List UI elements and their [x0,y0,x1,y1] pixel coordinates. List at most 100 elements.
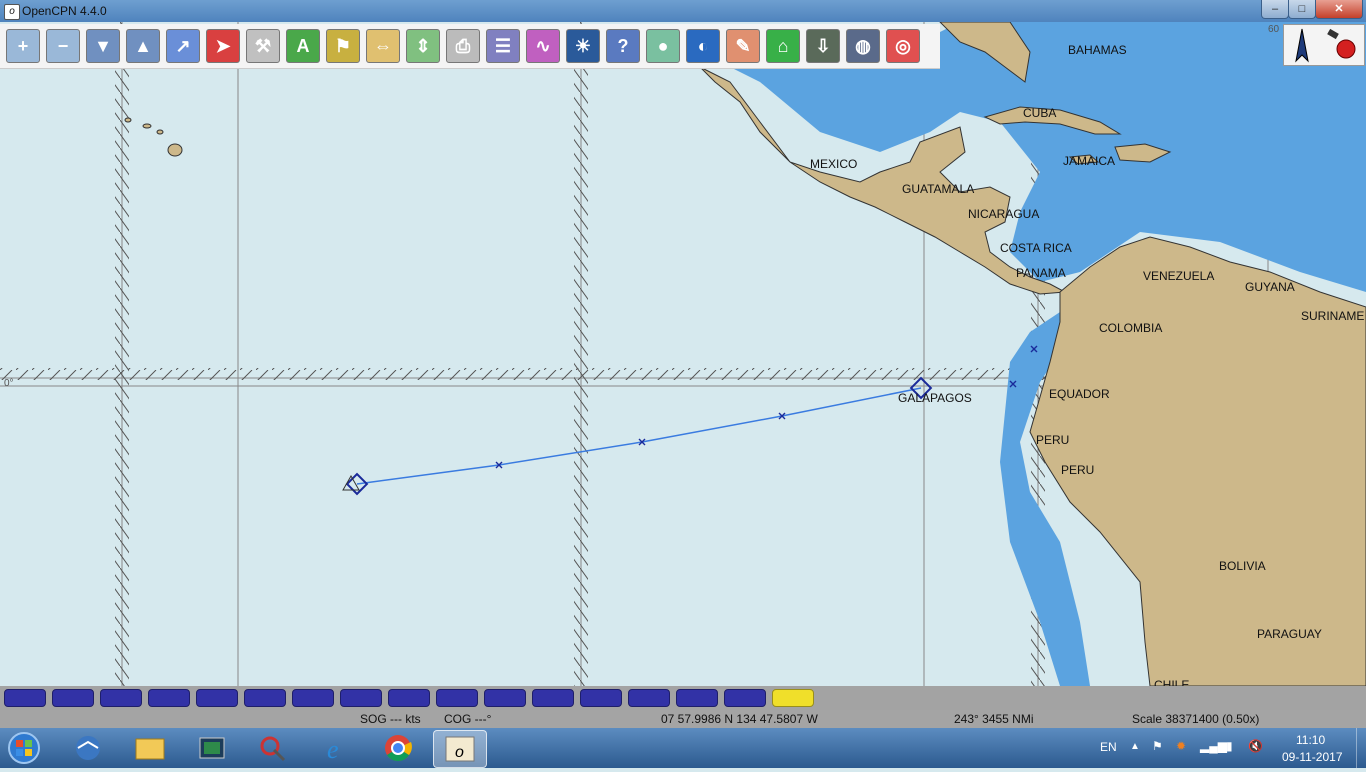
chart-piano-key[interactable] [292,689,334,707]
taskbar-app-media-icon[interactable] [186,730,238,766]
chart-piano-key[interactable] [196,689,238,707]
opencpn-app-icon[interactable]: o [4,4,20,20]
svg-text:e: e [327,735,339,764]
taskbar-app-chrome-icon[interactable] [372,730,424,766]
antivirus-icon[interactable]: ✹ [1176,739,1186,753]
place-label: GUATAMALA [902,182,975,196]
place-label: CHILE [1154,678,1190,686]
taskbar-app-thunderbird-icon[interactable] [62,730,114,766]
place-label: EQUADOR [1049,387,1110,401]
tool-scale-out-button[interactable]: ▲ [126,29,160,63]
chart-piano-key[interactable] [724,689,766,707]
cursor-position-readout: 07 57.9986 N 134 47.5807 W [661,712,818,726]
compass-icon [1295,28,1356,63]
chart-piano-key[interactable] [4,689,46,707]
tool-depth-button[interactable]: ⇕ [406,29,440,63]
tool-globe-button[interactable]: ◍ [846,29,880,63]
print-icon: ⎙ [455,36,471,56]
svg-text:o: o [455,744,464,761]
minimize-button[interactable]: – [1261,0,1289,19]
chart-piano-key[interactable] [484,689,526,707]
taskbar-app-opencpn-icon[interactable]: o [433,730,487,768]
chart-piano-key[interactable] [772,689,814,707]
battery-icon[interactable]: ▮ [1226,739,1233,753]
download-icon: ⇩ [815,36,831,56]
close-button[interactable]: ✕ [1315,0,1363,19]
tool-tide-button[interactable]: ⇔ [366,29,400,63]
auto-follow-icon: ➤ [215,36,231,56]
chart-graphics [0,22,1366,686]
chart-canvas[interactable]: 0° 60 BAHAMAS CUBA MEXICO JAMAICA GUATAM… [0,22,1366,686]
tool-route-button[interactable]: ↗ [166,29,200,63]
depth-icon: ⇕ [415,36,431,56]
help-icon: ? [617,36,629,56]
scale-in-icon: ▼ [94,36,112,56]
chart-piano-key[interactable] [532,689,574,707]
tool-lighthouse-button[interactable]: ⌂ [766,29,800,63]
clock-time[interactable]: 11:10 [1296,733,1325,747]
tool-ais-button[interactable]: ● [646,29,680,63]
place-label: COLOMBIA [1099,321,1163,335]
route-manager-icon: ☰ [494,36,512,56]
grid-label: 60 [1268,24,1280,35]
zoom-out-icon: − [57,36,69,56]
tool-zoom-out-button[interactable]: − [46,29,80,63]
volume-muted-icon[interactable]: 🔇 [1248,739,1263,753]
action-center-flag-icon[interactable]: ⚑ [1152,739,1163,753]
options-icon: ⚒ [254,36,272,56]
compass-widget[interactable] [1283,24,1365,66]
chart-piano-key[interactable] [148,689,190,707]
route-icon: ↗ [175,36,191,56]
sog-readout: SOG --- kts [360,712,421,726]
window-title: OpenCPN 4.4.0 [22,4,107,18]
taskbar-app-ie-icon[interactable]: e [310,730,362,766]
start-button[interactable] [2,730,46,766]
chart-piano-key[interactable] [676,689,718,707]
chart-piano-key[interactable] [436,689,478,707]
tray-expand-icon[interactable]: ▲ [1130,741,1140,752]
maximize-button[interactable]: □ [1288,0,1316,19]
chart-piano-key[interactable] [580,689,622,707]
chart-piano-key[interactable] [52,689,94,707]
tool-auto-follow-button[interactable]: ➤ [206,29,240,63]
tool-zoom-in-button[interactable]: + [6,29,40,63]
place-label: GUYANA [1245,280,1295,294]
scale-out-icon: ▲ [134,36,152,56]
tool-google-earth-button[interactable]: ◐ [686,29,720,63]
mob-icon: ◎ [895,36,911,56]
equator-label: 0° [4,378,14,389]
tool-logbook-button[interactable]: ✎ [726,29,760,63]
chart-piano-key[interactable] [244,689,286,707]
tool-download-button[interactable]: ⇩ [806,29,840,63]
taskbar-app-snipping-icon[interactable] [248,730,300,766]
tool-print-button[interactable]: ⎙ [446,29,480,63]
network-signal-icon[interactable]: ▂▄▆ [1200,739,1227,753]
tool-text-button[interactable]: A [286,29,320,63]
color-scheme-icon: ☀ [574,36,592,56]
taskbar-app-explorer-icon[interactable] [124,730,176,766]
language-indicator[interactable]: EN [1100,740,1117,754]
meridian-hatch-2 [574,22,588,686]
tool-current-button[interactable]: ⚑ [326,29,360,63]
tool-route-manager-button[interactable]: ☰ [486,29,520,63]
text-icon: A [296,36,310,56]
chart-piano-key[interactable] [340,689,382,707]
status-bar: SOG --- kts COG ---° 07 57.9986 N 134 47… [0,710,1366,728]
place-label: PERU [1061,463,1095,477]
show-desktop-button[interactable] [1356,728,1366,768]
place-label: PERU [1036,433,1070,447]
tool-options-button[interactable]: ⚒ [246,29,280,63]
bearing-distance-readout: 243° 3455 NMi [954,712,1034,726]
track-icon: ∿ [535,36,551,56]
tool-color-scheme-button[interactable]: ☀ [566,29,600,63]
chart-piano-key[interactable] [628,689,670,707]
tool-track-button[interactable]: ∿ [526,29,560,63]
tool-scale-in-button[interactable]: ▼ [86,29,120,63]
tool-help-button[interactable]: ? [606,29,640,63]
clock-date[interactable]: 09-11-2017 [1282,750,1343,764]
tool-mob-button[interactable]: ◎ [886,29,920,63]
place-label: BOLIVIA [1219,559,1266,573]
chart-piano-key[interactable] [388,689,430,707]
place-label: MEXICO [810,157,858,171]
chart-piano-key[interactable] [100,689,142,707]
